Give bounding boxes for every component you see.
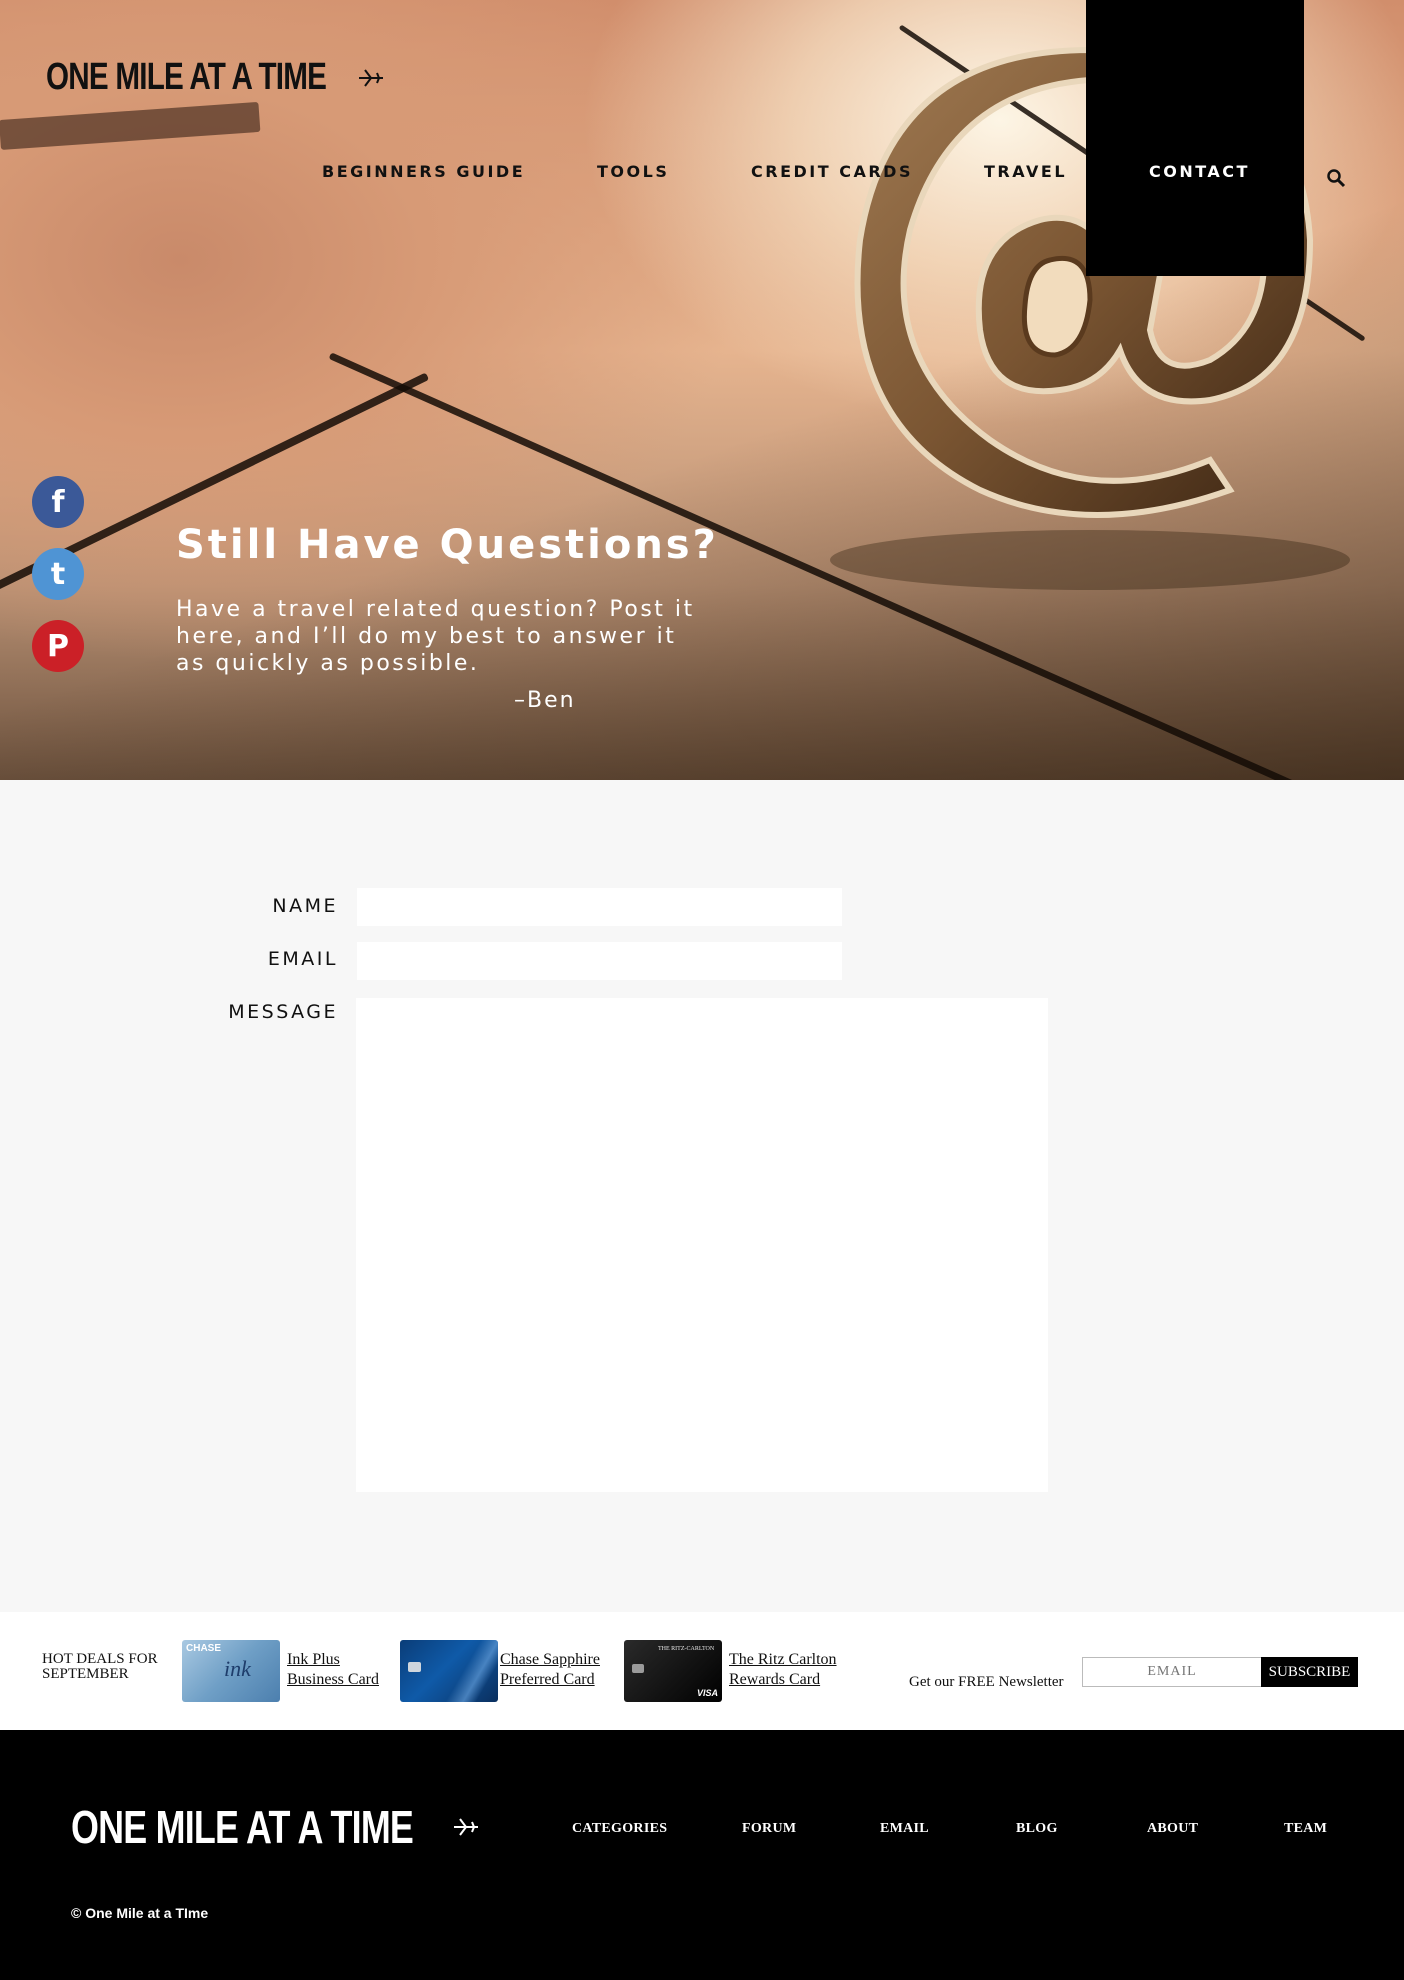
newsletter-label: Get our FREE Newsletter [909, 1674, 1064, 1690]
nav-item-beginners-guide[interactable]: BEGINNERS GUIDE [322, 162, 525, 181]
hot-deals-heading-line: SEPTEMBER [42, 1666, 129, 1682]
airplane-icon [453, 1818, 478, 1836]
email-label: EMAIL [267, 948, 338, 970]
copyright-text: © One Mile at a TIme [71, 1905, 209, 1921]
subscribe-button[interactable]: SUBSCRIBE [1261, 1657, 1358, 1687]
ritz-carlton-card-image[interactable]: THE RITZ-CARLTON VISA [624, 1640, 722, 1702]
search-icon[interactable] [1326, 168, 1346, 188]
newsletter-email-input[interactable] [1082, 1657, 1262, 1687]
nav-item-credit-cards[interactable]: CREDIT CARDS [751, 162, 913, 181]
logo[interactable]: ONE MILE AT A TIME [46, 56, 385, 99]
message-field[interactable] [356, 998, 1048, 1492]
twitter-icon: t [50, 556, 66, 592]
card-link-line: Preferred Card [500, 1671, 595, 1688]
hot-deals-heading-line: HOT DEALS FOR [42, 1651, 158, 1667]
card-link-line: Rewards Card [729, 1671, 821, 1688]
name-label: NAME [272, 895, 338, 917]
name-field[interactable] [357, 888, 842, 926]
ink-plus-card-image[interactable]: CHASE ink [182, 1640, 280, 1702]
footer-logo-text: ONE MILE AT A TIME [71, 1801, 414, 1853]
footer-link-about[interactable]: ABOUT [1147, 1821, 1198, 1837]
card-brand-text: THE RITZ-CARLTON [658, 1646, 715, 1652]
card-network-text: VISA [696, 1688, 718, 1698]
card-facet [446, 1640, 498, 1702]
hero-title: Still Have Questions? [176, 522, 719, 568]
card-link-line: Chase Sapphire [500, 1651, 600, 1668]
facebook-share-button[interactable]: f [32, 476, 84, 528]
hot-deals-bar: HOT DEALS FOR SEPTEMBER CHASE ink Ink Pl… [0, 1612, 1404, 1730]
card-chip [632, 1664, 644, 1673]
footer-link-team[interactable]: TEAM [1284, 1821, 1327, 1837]
hero-shadow-line [0, 101, 261, 150]
twitter-share-button[interactable]: t [32, 548, 84, 600]
sapphire-preferred-card-link[interactable]: Chase Sapphire Preferred Card [500, 1650, 600, 1690]
main-nav: BEGINNERS GUIDE TOOLS CREDIT CARDS TRAVE… [0, 162, 1404, 192]
footer: ONE MILE AT A TIME CATEGORIES FORUM EMAI… [0, 1730, 1404, 1980]
ritz-carlton-card-link[interactable]: The Ritz Carlton Rewards Card [729, 1650, 837, 1690]
card-brand-text: CHASE [186, 1643, 222, 1654]
nav-item-tools[interactable]: TOOLS [597, 162, 669, 181]
footer-link-email[interactable]: EMAIL [880, 1821, 929, 1837]
card-script-text: ink [224, 1656, 251, 1681]
pinterest-icon: P [47, 628, 69, 664]
card-chip [408, 1662, 421, 1672]
email-field[interactable] [357, 942, 842, 980]
ink-plus-card-link[interactable]: Ink Plus Business Card [287, 1650, 379, 1690]
nav-item-contact[interactable]: CONTACT [1149, 162, 1250, 181]
hero-signature: –Ben [514, 688, 576, 713]
card-link-line: The Ritz Carlton [729, 1651, 837, 1668]
footer-link-categories[interactable]: CATEGORIES [572, 1821, 667, 1837]
card-link-line: Ink Plus [287, 1651, 340, 1668]
hero-banner: ONE MILE AT A TIME BEGINNERS GUIDE TOOLS… [0, 0, 1404, 780]
footer-link-forum[interactable]: FORUM [742, 1821, 796, 1837]
nav-item-travel[interactable]: TRAVEL [984, 162, 1067, 181]
footer-logo[interactable]: ONE MILE AT A TIME [71, 1800, 480, 1854]
nav-active-highlight [1086, 0, 1304, 276]
hero-subtitle: Have a travel related question? Post it … [176, 597, 695, 676]
hot-deals-heading: HOT DEALS FOR SEPTEMBER [42, 1652, 158, 1682]
footer-link-blog[interactable]: BLOG [1016, 1821, 1058, 1837]
logo-text: ONE MILE AT A TIME [46, 56, 327, 98]
message-label: MESSAGE [228, 1001, 338, 1023]
pinterest-share-button[interactable]: P [32, 620, 84, 672]
facebook-icon: f [51, 484, 65, 520]
card-link-line: Business Card [287, 1671, 379, 1688]
airplane-icon [359, 68, 384, 87]
sapphire-preferred-card-image[interactable] [400, 1640, 498, 1702]
